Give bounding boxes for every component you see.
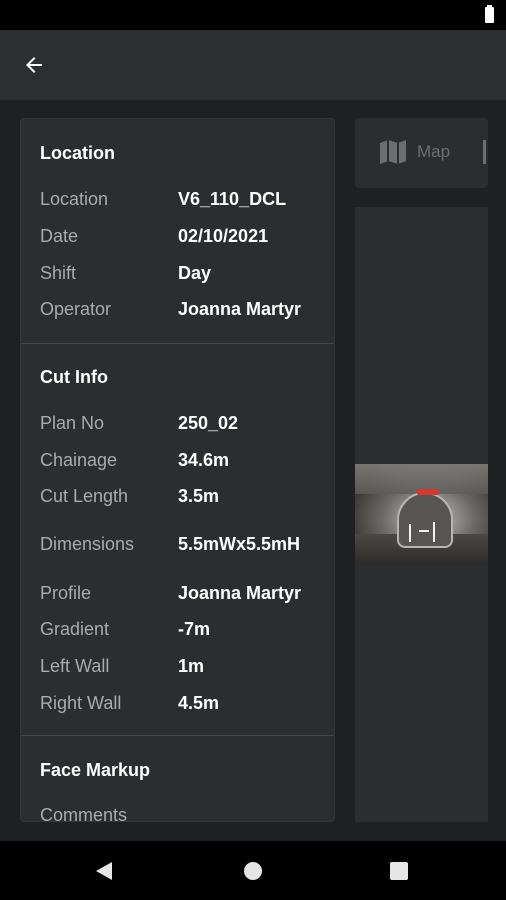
face-photo[interactable] — [355, 464, 488, 564]
right-wall-value: 4.5m — [178, 693, 220, 713]
date-value: 02/10/2021 — [178, 226, 269, 246]
location-value: V6_110_DCL — [178, 189, 287, 209]
comments-label: Comments — [40, 805, 128, 822]
gradient-value: -7m — [178, 619, 211, 639]
tab-map[interactable]: Map — [379, 140, 450, 164]
operator-value: Joanna Martyr — [178, 299, 302, 319]
date-label: Date — [40, 226, 79, 246]
nav-back-icon[interactable] — [96, 862, 112, 880]
nav-recents-icon[interactable] — [390, 862, 408, 880]
back-button[interactable] — [14, 45, 54, 85]
location-section-title: Location — [40, 143, 115, 163]
arrow-left-icon — [26, 57, 42, 73]
dimensions-label: Dimensions — [40, 534, 135, 554]
battery-icon — [485, 5, 494, 23]
cut-info-section-title: Cut Info — [40, 367, 108, 387]
shift-label: Shift — [40, 263, 77, 283]
chainage-label: Chainage — [40, 450, 118, 470]
map-tab-label: Map — [417, 142, 451, 161]
plan-no-value: 250_02 — [178, 413, 239, 433]
detail-panel: Location Location V6_110_DCL Date 02/10/… — [20, 118, 335, 822]
nav-home-icon[interactable] — [244, 862, 262, 880]
section-divider — [21, 735, 334, 736]
shift-value: Day — [178, 263, 212, 283]
media-panel — [355, 207, 488, 822]
face-markup-section-title: Face Markup — [40, 760, 151, 780]
next-tab-edge[interactable] — [483, 140, 486, 164]
map-icon — [380, 140, 406, 164]
status-bar — [0, 0, 506, 30]
app-bar — [0, 30, 506, 100]
profile-value: Joanna Martyr — [178, 583, 302, 603]
operator-label: Operator — [40, 299, 112, 319]
dimensions-value: 5.5mWx5.5mH — [178, 534, 301, 554]
tab-bar: Map — [355, 118, 488, 188]
location-label: Location — [40, 189, 109, 209]
plan-no-label: Plan No — [40, 413, 105, 433]
right-wall-label: Right Wall — [40, 693, 122, 713]
gradient-label: Gradient — [40, 619, 110, 639]
left-wall-label: Left Wall — [40, 656, 110, 676]
cut-length-value: 3.5m — [178, 486, 220, 506]
section-divider — [21, 343, 334, 344]
cut-length-label: Cut Length — [40, 486, 129, 506]
profile-label: Profile — [40, 583, 92, 603]
chainage-value: 34.6m — [178, 450, 230, 470]
left-wall-value: 1m — [178, 656, 205, 676]
system-nav-bar — [0, 841, 506, 900]
